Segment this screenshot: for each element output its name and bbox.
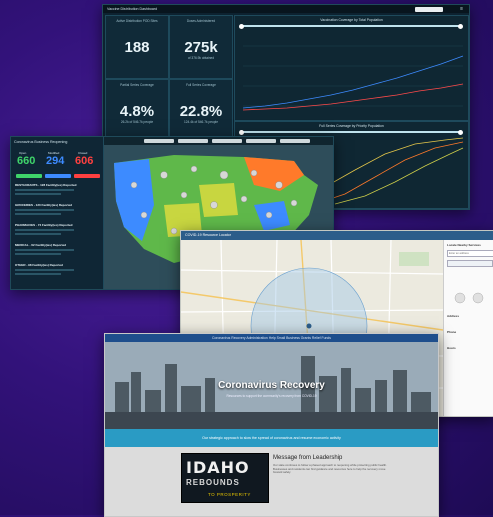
filter-chip[interactable]	[144, 139, 174, 143]
result-icons	[454, 292, 484, 304]
status-counts: Open 660 Modified 294 Closed 606	[17, 151, 94, 167]
series-full-line	[242, 55, 464, 109]
vaccine-dashboard-titlebar: Vaccine Distribution Dashboard ≡	[103, 5, 469, 13]
site-nav[interactable]: Coronavirus Recovery Administration Help…	[105, 334, 438, 342]
coverage-total-chart: Vaccination Coverage by Total Population	[234, 15, 469, 121]
message-body: Our state continues to follow a phased a…	[273, 463, 387, 475]
filter-open-button[interactable]	[16, 174, 42, 178]
locator-sidebar: Locate Nearby Services Address Phone Hou…	[443, 240, 493, 416]
filter-closed-button[interactable]	[74, 174, 100, 178]
modified-count: 294	[46, 155, 65, 167]
list-item[interactable]: OTHER - 98 Facility(ies) Reported	[15, 263, 99, 275]
list-item[interactable]: RESTAURANTS - 128 Facility(ies) Reported	[15, 183, 99, 195]
open-count: 660	[17, 155, 36, 167]
filter-chip[interactable]	[246, 139, 276, 143]
filter-chip[interactable]	[280, 139, 310, 143]
window-title: Vaccine Distribution Dashboard	[107, 7, 158, 11]
message-heading: Message from Leadership	[273, 455, 343, 461]
series-line	[314, 141, 464, 205]
page-subtitle: Resources to support the community's rec…	[226, 394, 317, 398]
filter-chip[interactable]	[178, 139, 208, 143]
leadership-message: Message from Leadership Our state contin…	[273, 455, 393, 475]
filter-modified-button[interactable]	[45, 174, 71, 178]
address-search-input[interactable]	[447, 250, 493, 257]
leadership-section: IDAHO REBOUNDS TO PROSPERITY Message fro…	[105, 447, 438, 516]
locator-header: COVID-19 Resource Locator	[181, 231, 493, 240]
kpi-full-series: Full Series Coverage 22.8% 124.4k of 546…	[169, 79, 233, 143]
kpi-active-sites: Active Distribution POD Sites 188	[105, 15, 169, 79]
reopening-title: Coronavirus Business Reopening	[14, 140, 68, 144]
list-item[interactable]: GROCERIES - 120 Facility(ies) Reported	[15, 203, 99, 215]
recovery-site-window: Coronavirus Recovery Administration Help…	[104, 333, 439, 517]
filter-chip[interactable]	[212, 139, 242, 143]
map-toolbar	[104, 137, 333, 145]
panel-title: Locate Nearby Services	[447, 243, 481, 247]
menu-icon[interactable]: ≡	[460, 5, 463, 13]
series-line	[334, 147, 464, 205]
page-title: Coronavirus Recovery	[218, 380, 325, 391]
hero-banner: Coronavirus Recovery Resources to suppor…	[105, 342, 438, 429]
idaho-rebounds-logo: IDAHO REBOUNDS TO PROSPERITY	[181, 453, 269, 503]
strategy-band: Our strategic approach to slow the sprea…	[105, 429, 438, 447]
kpi-doses-administered: Doses Administered 275k of 376.9k obtain…	[169, 15, 233, 79]
closed-count: 606	[75, 155, 94, 167]
kpi-partial-series: Partial Series Coverage 4.8% 26.2k of 54…	[105, 79, 169, 143]
search-input[interactable]	[415, 6, 443, 12]
list-item[interactable]: MEDICAL - 62 Facility(ies) Reported	[15, 243, 99, 255]
list-item[interactable]: PHARMACIES - 74 Facility(ies) Reported	[15, 223, 99, 235]
coverage-total-plot	[242, 45, 464, 111]
reopening-sidebar: Coronavirus Business Reopening Open 660 …	[11, 137, 104, 289]
distance-select[interactable]	[447, 260, 493, 267]
location-pin-icon	[306, 323, 312, 329]
